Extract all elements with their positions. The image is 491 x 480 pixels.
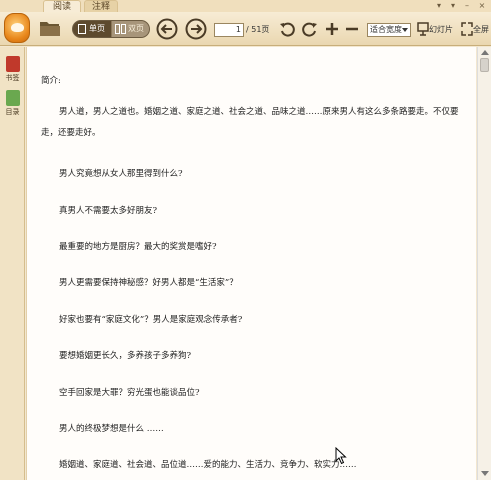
text-line: 真男人不需要太多好朋友? xyxy=(59,206,158,216)
double-page-icon xyxy=(115,24,120,34)
close-icon[interactable]: × xyxy=(476,1,488,11)
sidebar-item-contents[interactable]: 目录 xyxy=(3,90,22,117)
text-line: 婚姻道、家庭道、社会道、品位道……爱的能力、生活力、竞争力、软实力…… xyxy=(59,460,357,470)
zoom-in-icon[interactable] xyxy=(323,20,341,38)
zoom-out-icon[interactable] xyxy=(343,20,361,38)
fullscreen-icon[interactable] xyxy=(461,22,473,36)
zoom-select-value: 适合宽度 xyxy=(370,25,402,34)
app-logo[interactable] xyxy=(4,13,30,43)
double-page-label: 双页 xyxy=(128,24,144,33)
zoom-select[interactable]: 适合宽度 xyxy=(367,23,411,37)
text-line: 要想婚姻更长久，多养孩子多养狗? xyxy=(59,351,192,361)
slideshow-icon[interactable] xyxy=(417,22,429,36)
chevron-down-icon xyxy=(402,28,408,32)
open-folder-icon[interactable] xyxy=(39,19,61,37)
document-page: 简介: 男人道，男人之道也。婚姻之道、家庭之道、社会之道、品味之道……原来男人有… xyxy=(26,47,476,480)
tab-read[interactable]: 阅读 xyxy=(43,0,81,12)
bookmark-icon xyxy=(5,56,20,72)
text-line: 空手回家是大罪？穷光蛋也能谈品位? xyxy=(59,388,200,398)
side-panel: 书签 目录 xyxy=(0,47,25,480)
single-page-icon xyxy=(78,24,86,34)
scroll-up-icon[interactable] xyxy=(481,50,489,55)
text-line: 男人究竟想从女人那里得到什么? xyxy=(59,169,183,179)
sidebar-item-bookmarks[interactable]: 书签 xyxy=(3,56,22,83)
intro-heading: 简介: xyxy=(41,76,61,86)
double-page-button[interactable]: 双页 xyxy=(112,21,149,37)
rotate-right-icon[interactable] xyxy=(300,20,318,38)
mouse-pointer-icon xyxy=(335,447,347,465)
minimize-icon[interactable]: – xyxy=(461,1,473,11)
view-mode-toggle: 单页 双页 xyxy=(72,20,150,38)
page-total: / 51页 xyxy=(246,25,270,34)
sidebar-item-label: 目录 xyxy=(5,108,20,116)
sidebar-item-label: 书签 xyxy=(5,74,20,82)
skin-icon[interactable]: ▾ xyxy=(433,1,445,11)
single-page-button[interactable]: 单页 xyxy=(73,21,111,37)
text-line: 男人的终极梦想是什么 …… xyxy=(59,424,164,434)
previous-page-icon[interactable] xyxy=(156,18,178,40)
contents-icon xyxy=(5,90,20,106)
scroll-down-icon[interactable] xyxy=(481,471,489,476)
page-number-input[interactable]: 1 xyxy=(214,23,244,37)
single-page-label: 单页 xyxy=(89,24,105,33)
next-page-icon[interactable] xyxy=(185,18,207,40)
tab-note[interactable]: 注释 xyxy=(84,0,118,12)
scroll-thumb[interactable] xyxy=(480,58,489,72)
text-line: 好家也要有“家庭文化”？男人是家庭观念传承者? xyxy=(59,315,243,325)
text-line: 最重要的地方是厨房？最大的奖赏是嗜好? xyxy=(59,242,217,252)
vertical-scrollbar[interactable] xyxy=(477,47,491,480)
fullscreen-button[interactable]: 全屏 xyxy=(473,24,489,36)
tab-strip: 阅读 注释 ▾ ▾ – × xyxy=(0,0,491,12)
intro-paragraph: 男人道，男人之道也。婚姻之道、家庭之道、社会之道、品味之道……原来男人有这么多条… xyxy=(41,107,459,138)
slideshow-button[interactable]: 幻灯片 xyxy=(429,24,453,36)
rotate-left-icon[interactable] xyxy=(279,20,297,38)
text-line: 男人更需要保持神秘感？好男人都是“生活家”？ xyxy=(59,278,238,288)
toolbar: 单页 双页 1 / 51页 适合宽度 幻灯片 全屏 xyxy=(0,12,491,46)
menu-icon[interactable]: ▾ xyxy=(447,1,459,11)
